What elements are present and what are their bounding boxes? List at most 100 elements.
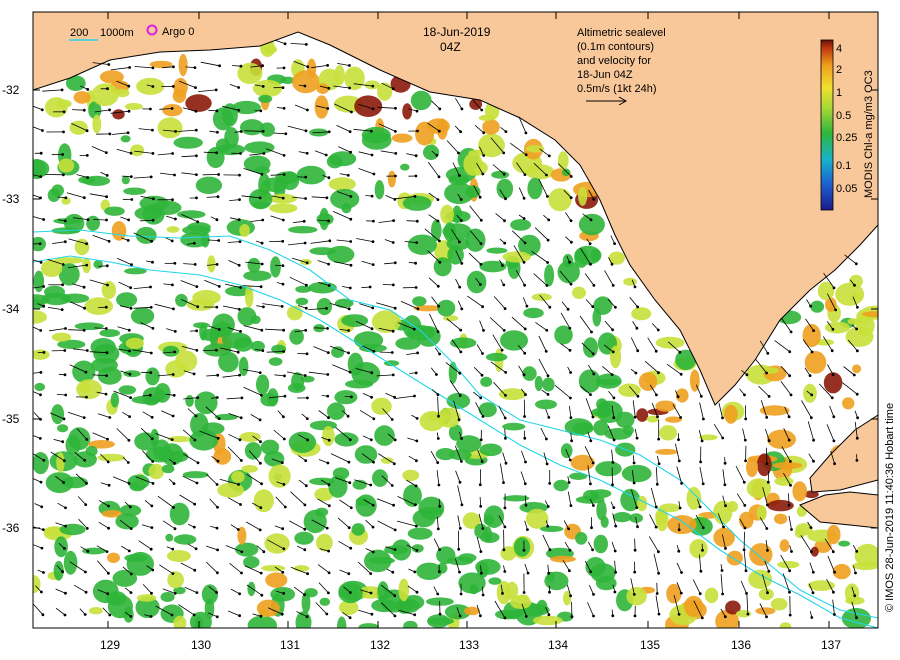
chlorophyll-patch [240,119,264,136]
chlorophyll-patch [178,53,188,77]
chlorophyll-patch [486,247,508,254]
chlorophyll-patch [165,533,174,542]
chlorophyll-patch [361,131,392,150]
chlorophyll-patch [794,527,806,539]
chlorophyll-patch [58,158,75,173]
chlorophyll-patch [60,293,90,304]
chlorophyll-patch [364,549,392,573]
chlorophyll-patch [557,151,569,170]
chlorophyll-patch [160,443,184,466]
chlorophyll-patch [739,511,754,529]
colorbar-tick: 1 [836,87,842,99]
chlorophyll-patch [69,120,88,135]
chlorophyll-patch [548,188,572,212]
chlorophyll-patch [206,146,225,169]
chlorophyll-patch [293,565,310,572]
lon-tick-label: 131 [280,638,300,652]
chlorophyll-patch [319,207,330,231]
chlorophyll-patch [478,114,495,121]
chlorophyll-patch [792,481,807,502]
chlorophyll-patch [65,434,81,456]
chlorophyll-patch [166,226,180,233]
velocity-tail [406,220,418,222]
chlorophyll-patch [322,426,335,447]
chlorophyll-patch [474,523,488,539]
map-figure: -32 -33 -34 -35 -36 129 130 131 132 133 … [2,11,896,652]
chlorophyll-patch [296,165,326,185]
chlorophyll-patch [427,614,450,628]
chlorophyll-patch [33,349,50,360]
chlorophyll-patch [496,178,514,199]
chlorophyll-patch [244,141,275,154]
chlorophyll-patch [345,379,373,389]
chlorophyll-patch [126,551,154,576]
chlorophyll-patch [177,210,206,219]
chlorophyll-patch [592,308,602,327]
chlorophyll-patch [136,77,165,95]
chlorophyll-patch [182,471,209,479]
chlorophyll-patch [746,457,758,478]
chlorophyll-patch [106,591,127,606]
chlorophyll-patch [253,489,274,513]
chlorophyll-patch [623,277,637,286]
chlorophyll-patch [755,607,776,615]
chlorophyll-patch [61,476,88,489]
chlorophyll-patch [341,202,352,214]
depth-legend-deep: 1000m [100,27,134,39]
chlorophyll-patch [239,224,250,237]
velocity-dot [215,218,219,222]
chlorophyll-patch [123,187,146,195]
chlorophyll-patch [260,565,286,572]
velocity-tail [344,396,352,398]
chlorophyll-patch [433,257,452,277]
caption-line: (0.1m contours) [577,41,654,53]
chlorophyll-patch [525,508,549,529]
chlorophyll-patch [173,136,203,149]
chlorophyll-patch [578,186,588,206]
chlorophyll-patch [756,505,767,521]
velocity-dot [192,525,196,529]
chlorophyll-patch [478,402,497,418]
chlorophyll-patch [400,163,410,171]
velocity-tail [140,219,154,222]
chlorophyll-patch [264,533,290,554]
chlorophyll-patch [53,218,83,225]
chlorophyll-patch [410,90,432,111]
chlorophyll-patch [258,94,273,103]
chlorophyll-patch [761,367,779,374]
velocity-tail [93,219,107,221]
chlorophyll-patch [609,345,622,369]
caption-line: and velocity for [577,55,651,67]
chlorophyll-patch [145,367,160,386]
chlorophyll-patch [265,572,288,588]
chlorophyll-patch [749,543,773,566]
chlorophyll-patch [604,428,632,440]
chlorophyll-patch [772,462,803,469]
chlorophyll-patch [86,215,100,231]
chlorophyll-patch [777,561,800,569]
lon-tick-label: 130 [191,638,211,652]
chlorophyll-patch [372,469,388,487]
colorbar-tick: 0.05 [836,183,857,195]
chlorophyll-patch [120,135,131,143]
chlorophyll-patch [268,464,291,488]
chlorophyll-patch [667,515,697,535]
chlorophyll-patch [166,550,191,562]
colorbar-tick: 0.25 [836,132,857,144]
chlorophyll-patch [756,453,772,477]
chlorophyll-patch [770,597,788,611]
chlorophyll-patch [185,395,194,407]
chlorophyll-patch [241,465,258,473]
chlorophyll-patch [440,204,454,224]
chlorophyll-patch [334,432,359,447]
chlorophyll-patch [309,420,337,431]
chlorophyll-patch [294,531,314,545]
chlorophyll-patch [288,431,317,453]
chlorophyll-patch [88,607,103,615]
chlorophyll-patch [621,464,652,483]
chlorophyll-patch [374,425,395,446]
chlorophyll-patch [301,592,311,614]
chlorophyll-patch [56,452,65,473]
chlorophyll-patch [371,397,392,415]
chlorophyll-patch [40,259,63,277]
